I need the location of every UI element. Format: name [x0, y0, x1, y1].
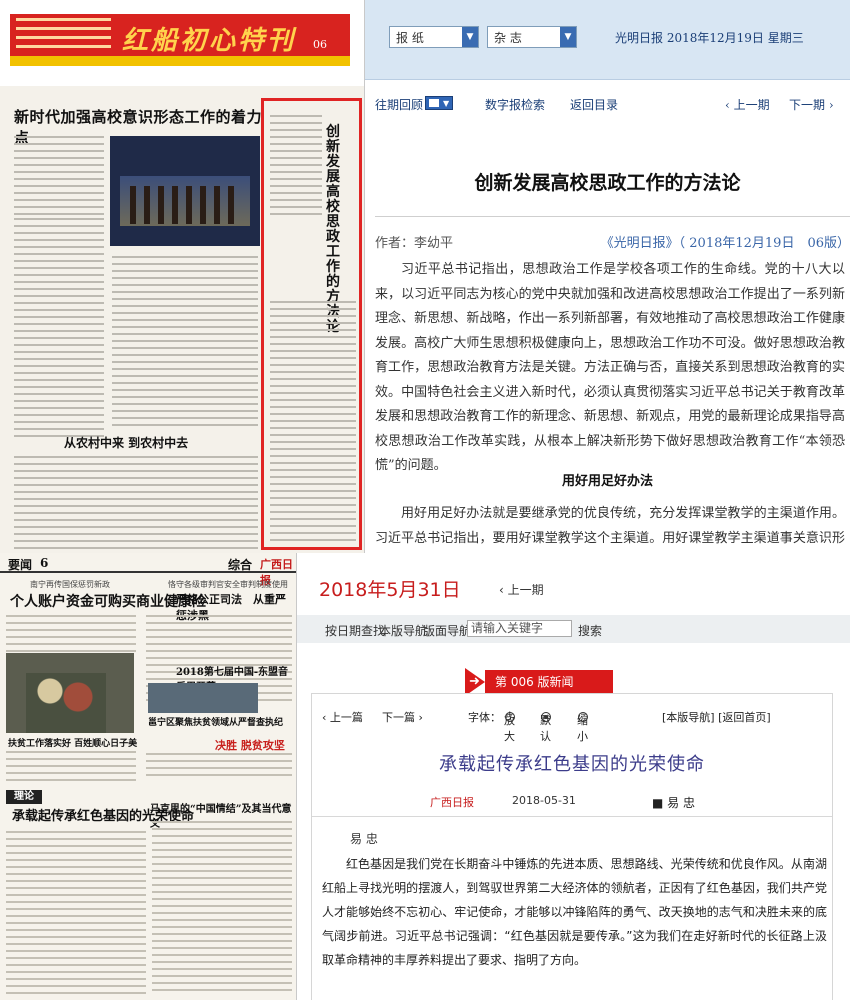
article-source: 广西日报 — [430, 796, 474, 809]
theory-tag: 理论 — [6, 790, 42, 804]
search-by-date-link[interactable]: 按日期查找 — [325, 622, 385, 639]
news-photo — [148, 683, 258, 713]
campaign-tag: 决胜 脱贫攻坚 — [215, 739, 285, 752]
calendar-icon — [429, 99, 439, 107]
news-photo — [6, 653, 134, 733]
page-label-banner: 第 006 版新闻 ➜ — [465, 668, 613, 696]
zoom-out-icon — [578, 710, 588, 722]
article-source: 《光明日报》（ 2018年12月19日 06版） — [600, 236, 850, 251]
next-issue-link[interactable]: 下一期 › — [789, 96, 834, 113]
thumb-mid-headline[interactable]: 从农村中来 到农村中去 — [64, 434, 188, 451]
reader-toolbar: 按日期查找 本版导航 版面导航 请输入关键字 搜索 — [297, 615, 850, 643]
chevron-down-icon: ▼ — [462, 27, 478, 47]
article-author: ■ 易 忠 — [652, 796, 695, 810]
divider — [375, 216, 850, 217]
magazine-select[interactable]: 杂 志 ▼ — [487, 26, 577, 48]
banner-title: 红船初心特刊 — [122, 26, 297, 56]
arrow-right-icon: ➜ — [469, 674, 480, 689]
guangxi-reader-panel: 2018年5月31日 ‹ 上一期 按日期查找 本版导航 版面导航 请输入关键字 … — [297, 553, 850, 1000]
chevron-down-icon: ▼ — [560, 27, 576, 47]
search-button[interactable]: 搜索 — [578, 622, 602, 639]
article-container: ‹ 上一篇 下一篇 › 字体： 放大 默认 缩小 [本版导航] [返回首页] 承… — [311, 693, 833, 1000]
top-toolbar: 报 纸 ▼ 杂 志 ▼ 光明日报 2018年12月19日 星期三 — [365, 0, 850, 80]
issue-date: 光明日报 2018年12月19日 星期三 — [615, 31, 804, 45]
article-meta: 广西日报 2018-05-31 ■ 易 忠 — [312, 794, 832, 810]
calendar-button[interactable]: ▼ — [425, 96, 453, 110]
issue-date: 2018年5月31日 — [319, 579, 461, 601]
edition-nav-link[interactable]: 本版导航 — [379, 622, 427, 639]
layout-nav-link[interactable]: 版面导航 — [423, 622, 471, 639]
back-issues-link[interactable]: 往期回顾 — [375, 96, 423, 113]
issue-nav-bar: 往期回顾 ▼ 数字报检索 返回目录 ‹ 上一期 下一期 › — [365, 92, 850, 116]
newspaper-page-thumbnail[interactable]: 要闻 6 综合 广西日报 南宁再传国保惩罚新政 个人账户资金可购买商业健康险 恪… — [0, 553, 297, 1000]
article-title: 承载起传承红色基因的光荣使命 — [439, 754, 705, 775]
divider — [312, 816, 832, 817]
text-columns — [14, 136, 104, 220]
guangming-reader-panel: 报 纸 ▼ 杂 志 ▼ 光明日报 2018年12月19日 星期三 往期回顾 ▼ … — [365, 0, 850, 570]
back-to-toc-link[interactable]: 返回目录 — [570, 96, 618, 113]
prev-article-link[interactable]: ‹ 上一篇 — [322, 709, 363, 725]
article-body: 习近平总书记指出，思想政治工作是学校各项工作的生命线。党的十八大以来，以习近平同… — [375, 258, 845, 479]
article-title: 创新发展高校思政工作的方法论 — [474, 172, 741, 194]
newspaper-page-thumbnail[interactable]: 红船初心特刊 06 新时代加强高校意识形态工作的着力点 从农村中来 到农村中去 … — [0, 0, 365, 553]
article-paragraph: 红色基因是我们党在长期奋斗中锤炼的先进本质、思想路线、光荣传统和优良作风。从南湖… — [322, 857, 827, 967]
prev-issue-link[interactable]: ‹ 上一期 — [499, 581, 544, 598]
next-article-link[interactable]: 下一篇 › — [382, 709, 423, 725]
stage-photo — [110, 136, 260, 246]
article-subheading: 用好用足好办法 — [561, 474, 653, 489]
zoom-in-icon — [505, 710, 515, 722]
keyword-search-input[interactable]: 请输入关键字 — [467, 620, 572, 637]
newspaper-select[interactable]: 报 纸 ▼ — [389, 26, 479, 48]
article-date: 2018-05-31 — [512, 794, 576, 807]
page-number: 06 — [313, 38, 327, 51]
article-paragraph: 习近平总书记指出，思想政治工作是学校各项工作的生命线。党的十八大以来，以习近平同… — [375, 262, 845, 473]
selected-article-highlight[interactable]: 创新发展高校思政工作的方法论 — [261, 98, 362, 550]
radio-selected-icon — [541, 712, 551, 722]
edition-links[interactable]: [本版导航] [返回首页] — [662, 709, 771, 725]
special-issue-banner: 红船初心特刊 06 — [0, 0, 364, 86]
article-nav: ‹ 上一篇 下一篇 › 字体： 放大 默认 缩小 [本版导航] [返回首页] — [312, 706, 832, 743]
article-byline: 易 忠 — [350, 832, 378, 846]
page-header: 要闻 6 综合 广西日报 — [0, 553, 296, 587]
chevron-down-icon: ▼ — [443, 99, 450, 108]
digital-search-link[interactable]: 数字报检索 — [485, 96, 545, 113]
prev-issue-link[interactable]: ‹ 上一期 — [725, 96, 770, 113]
